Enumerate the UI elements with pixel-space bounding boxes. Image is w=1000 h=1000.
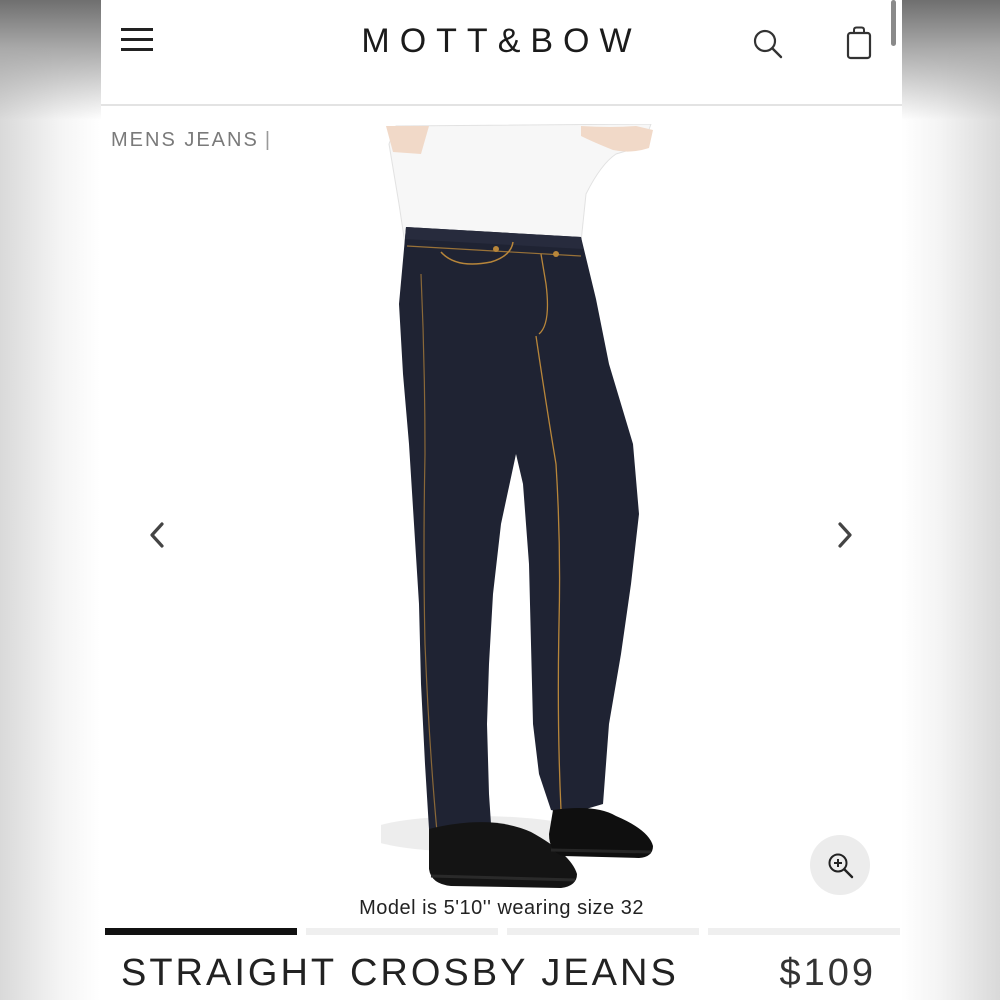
model-size-caption: Model is 5'10'' wearing size 32 <box>359 897 644 919</box>
pager-dot[interactable] <box>306 928 498 935</box>
product-price: $109 <box>779 952 876 994</box>
scrollbar[interactable] <box>891 0 896 46</box>
pager-dot[interactable] <box>105 928 297 935</box>
breadcrumb-category[interactable]: MENS JEANS <box>111 129 259 151</box>
breadcrumb[interactable]: MENS JEANS | <box>111 129 272 152</box>
chevron-left-icon[interactable] <box>143 518 171 552</box>
product-title: STRAIGHT CROSBY JEANS <box>121 952 679 994</box>
breadcrumb-separator: | <box>264 129 273 151</box>
chevron-right-icon[interactable] <box>831 518 859 552</box>
product-image[interactable] <box>381 124 671 894</box>
pager-dot[interactable] <box>507 928 699 935</box>
mobile-screen: MOTT&BOW MENS JEANS | Model is 5'10'' we… <box>101 0 902 1000</box>
site-header: MOTT&BOW <box>101 0 902 106</box>
shopping-bag-icon[interactable] <box>846 26 872 60</box>
pager-dot[interactable] <box>708 928 900 935</box>
zoom-in-icon[interactable] <box>810 835 870 895</box>
jeans <box>399 227 639 839</box>
image-pager <box>105 928 900 935</box>
search-icon[interactable] <box>752 28 784 60</box>
